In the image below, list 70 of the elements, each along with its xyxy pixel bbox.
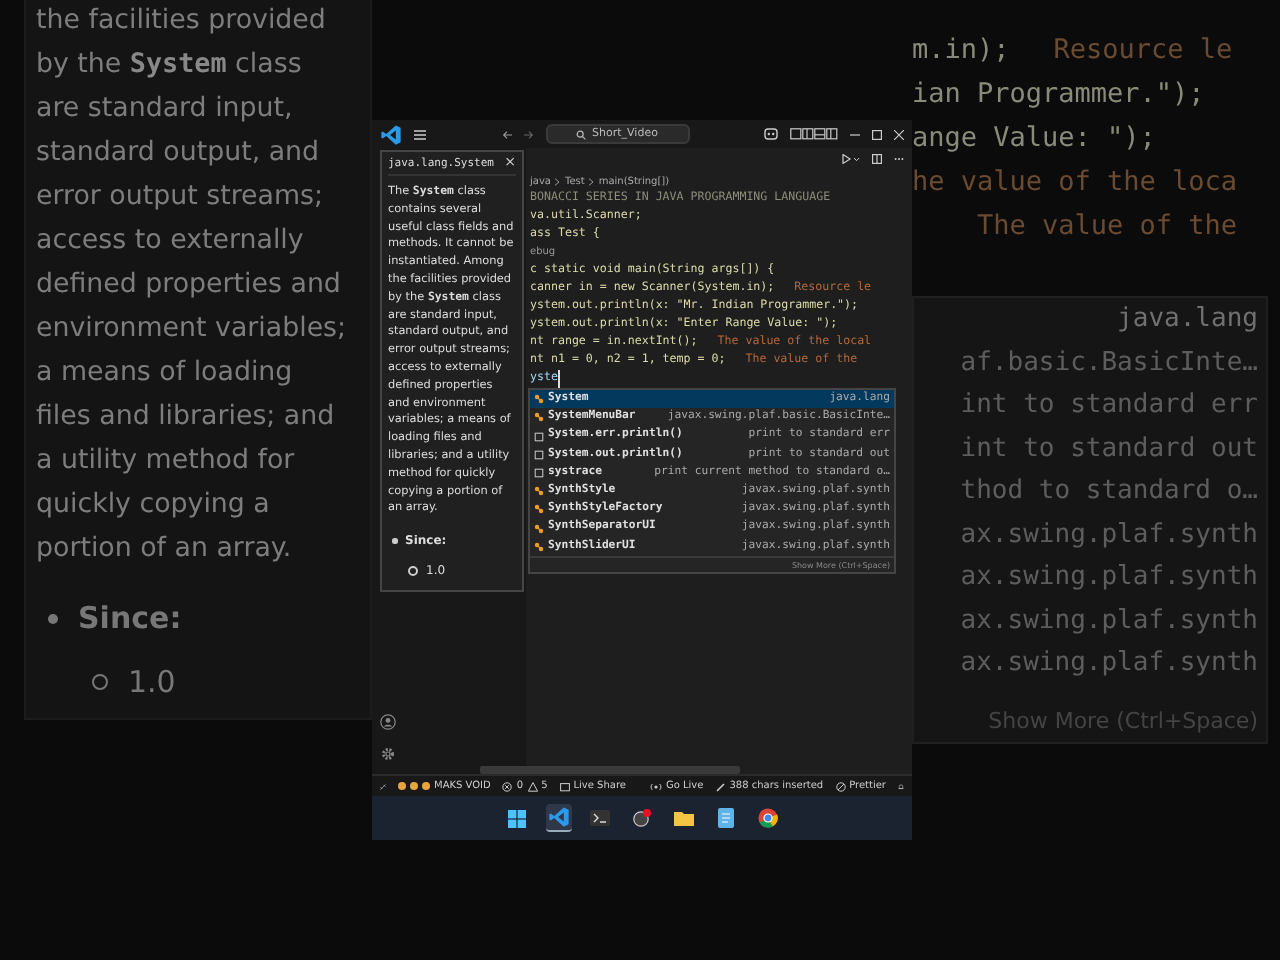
doc-text-line: access to externally — [36, 224, 306, 260]
go-live-icon — [649, 781, 662, 791]
class-icon — [534, 412, 544, 423]
doc-text-line: quickly copying a — [36, 488, 272, 524]
suggestion-detail: ax.swing.plaf.synth — [960, 646, 1258, 682]
search-icon — [576, 129, 587, 139]
class-icon — [534, 486, 544, 497]
bullet-icon — [408, 566, 418, 577]
back-arrow-icon[interactable] — [501, 129, 511, 139]
code-editor-icon[interactable] — [545, 804, 571, 832]
split-editor-icon[interactable] — [872, 154, 882, 164]
code-line: ian Programmer."); — [912, 76, 1205, 114]
remote-icon[interactable] — [380, 781, 386, 791]
suggestion-detail: thod to standard o… — [960, 474, 1258, 510]
class-icon — [534, 504, 544, 515]
doc-text-line: a utility method for — [36, 444, 297, 480]
suggestion-detail: java.lang — [1117, 302, 1258, 338]
doc-text-line: by the System class — [36, 48, 304, 84]
doc-text-line: error output streams; — [36, 180, 326, 216]
suggestion-detail: af.basic.BasicInte… — [960, 345, 1258, 381]
suggestion-detail: int to standard err — [960, 388, 1258, 424]
prettier-icon — [835, 781, 846, 791]
layout-icon[interactable] — [790, 128, 838, 140]
doc-text-line: are standard input, — [36, 92, 295, 128]
terminal-icon[interactable] — [587, 805, 613, 831]
menu-icon[interactable] — [414, 129, 426, 139]
doc-text-line: files and libraries; and — [36, 400, 337, 436]
notepad-icon[interactable] — [713, 805, 739, 831]
copilot-icon[interactable] — [764, 128, 778, 140]
inlay-hint: he value of the loca — [912, 164, 1238, 202]
run-icon[interactable] — [842, 154, 860, 164]
suggestion-detail: int to standard out — [960, 431, 1258, 467]
doc-text-line: a means of loading — [36, 356, 295, 392]
recorder-icon[interactable] — [629, 805, 655, 831]
chars-inserted-icon — [715, 781, 726, 791]
account-icon[interactable] — [380, 714, 396, 730]
doc-text-line: standard output, and — [36, 136, 322, 172]
bullet-icon — [92, 674, 108, 690]
since-label: Since: — [78, 600, 182, 636]
error-icon — [502, 781, 513, 791]
doc-text-line: environment variables; — [36, 312, 349, 348]
class-icon — [534, 394, 544, 405]
since-value: 1.0 — [128, 664, 176, 700]
forward-arrow-icon[interactable] — [523, 129, 533, 139]
close-icon[interactable] — [894, 129, 904, 139]
suggestion-detail: ax.swing.plaf.synth — [960, 517, 1258, 553]
bullet-icon — [48, 613, 58, 623]
minimize-icon[interactable] — [850, 129, 860, 139]
bullet-icon — [392, 538, 397, 544]
inlay-hint: The value of the — [975, 208, 1238, 246]
live-share-icon — [559, 781, 570, 791]
start-icon[interactable] — [503, 805, 529, 831]
chevron-icon — [554, 178, 561, 186]
chevron-icon — [588, 178, 595, 186]
bell-icon[interactable] — [898, 781, 904, 791]
class-icon — [534, 523, 544, 534]
code-line: m.in); — [912, 32, 1010, 70]
doc-text-line: portion of an array. — [36, 532, 294, 568]
doc-text-line: the facilities provided — [36, 4, 328, 40]
warning-icon — [527, 781, 538, 791]
class-icon — [534, 541, 544, 552]
browser-icon[interactable] — [755, 805, 781, 831]
vscode-logo-icon — [380, 123, 402, 145]
suggestion-detail: ax.swing.plaf.synth — [960, 603, 1258, 639]
settings-gear-icon[interactable] — [380, 746, 396, 762]
maximize-icon[interactable] — [872, 129, 882, 139]
suggestion-detail: ax.swing.plaf.synth — [960, 560, 1258, 596]
code-line: ange Value: "); — [912, 120, 1156, 158]
doc-text-line: defined properties and — [36, 268, 343, 304]
inlay-hint: Resource le — [1053, 32, 1233, 70]
